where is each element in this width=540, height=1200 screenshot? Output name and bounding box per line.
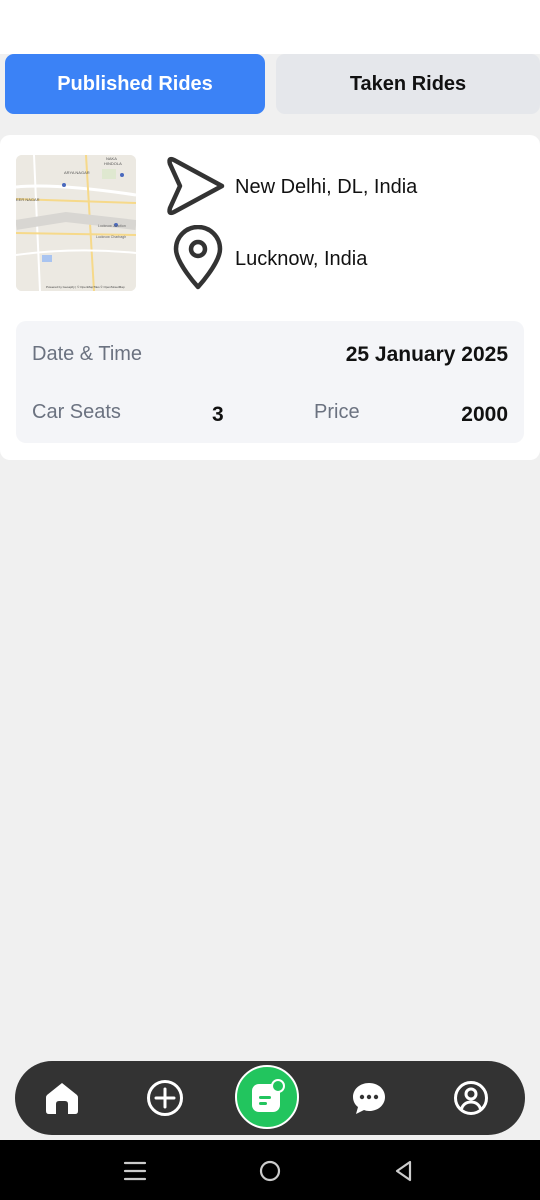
tab-taken-label: Taken Rides [349, 72, 467, 95]
add-circle-icon[interactable] [146, 1079, 184, 1117]
car-seats-label: Car Seats [32, 401, 121, 423]
destination-location: Lucknow, India [235, 248, 368, 270]
date-time-value: 25 January 2025 [345, 343, 508, 366]
date-time-label: Date & Time [32, 343, 143, 365]
system-navigation-bar [0, 1140, 540, 1200]
destination-pin-icon [170, 224, 226, 291]
ride-card[interactable]: NAKA HINDOLA ARYA NAGAR EER NAGAR Luckno… [0, 135, 540, 460]
bottom-navigation [15, 1061, 525, 1135]
tab-published-rides[interactable]: Published Rides [5, 54, 265, 114]
map-label: Lucknow Charbagh [96, 235, 126, 239]
map-label: HINDOLA [104, 161, 122, 166]
map-label: Lucknow Junction [98, 224, 126, 228]
price-label: Price [314, 401, 360, 423]
map-label: EER NAGAR [16, 197, 40, 202]
price-value: 2000 [461, 403, 508, 426]
origin-location: New Delhi, DL, India [235, 176, 418, 198]
ride-details: Date & Time 25 January 2025 Car Seats 3 … [16, 321, 524, 443]
rides-icon[interactable] [235, 1065, 299, 1129]
tab-taken-rides[interactable]: Taken Rides [276, 54, 540, 114]
home-icon[interactable] [43, 1079, 81, 1117]
car-seats-value: 3 [212, 403, 224, 426]
chat-icon[interactable] [350, 1079, 388, 1117]
profile-icon[interactable] [452, 1079, 490, 1117]
origin-arrow-icon [164, 153, 230, 219]
back-triangle-icon[interactable] [391, 1158, 417, 1184]
map-attribution: Powered by Geoapify | © OpenMapTiles © O… [46, 285, 125, 289]
route-map-thumbnail: NAKA HINDOLA ARYA NAGAR EER NAGAR Luckno… [16, 155, 136, 291]
tab-published-label: Published Rides [57, 72, 213, 95]
status-bar-area [0, 0, 540, 54]
recent-apps-icon[interactable] [122, 1158, 148, 1184]
map-label: ARYA NAGAR [64, 170, 90, 175]
home-circle-icon[interactable] [257, 1158, 283, 1184]
